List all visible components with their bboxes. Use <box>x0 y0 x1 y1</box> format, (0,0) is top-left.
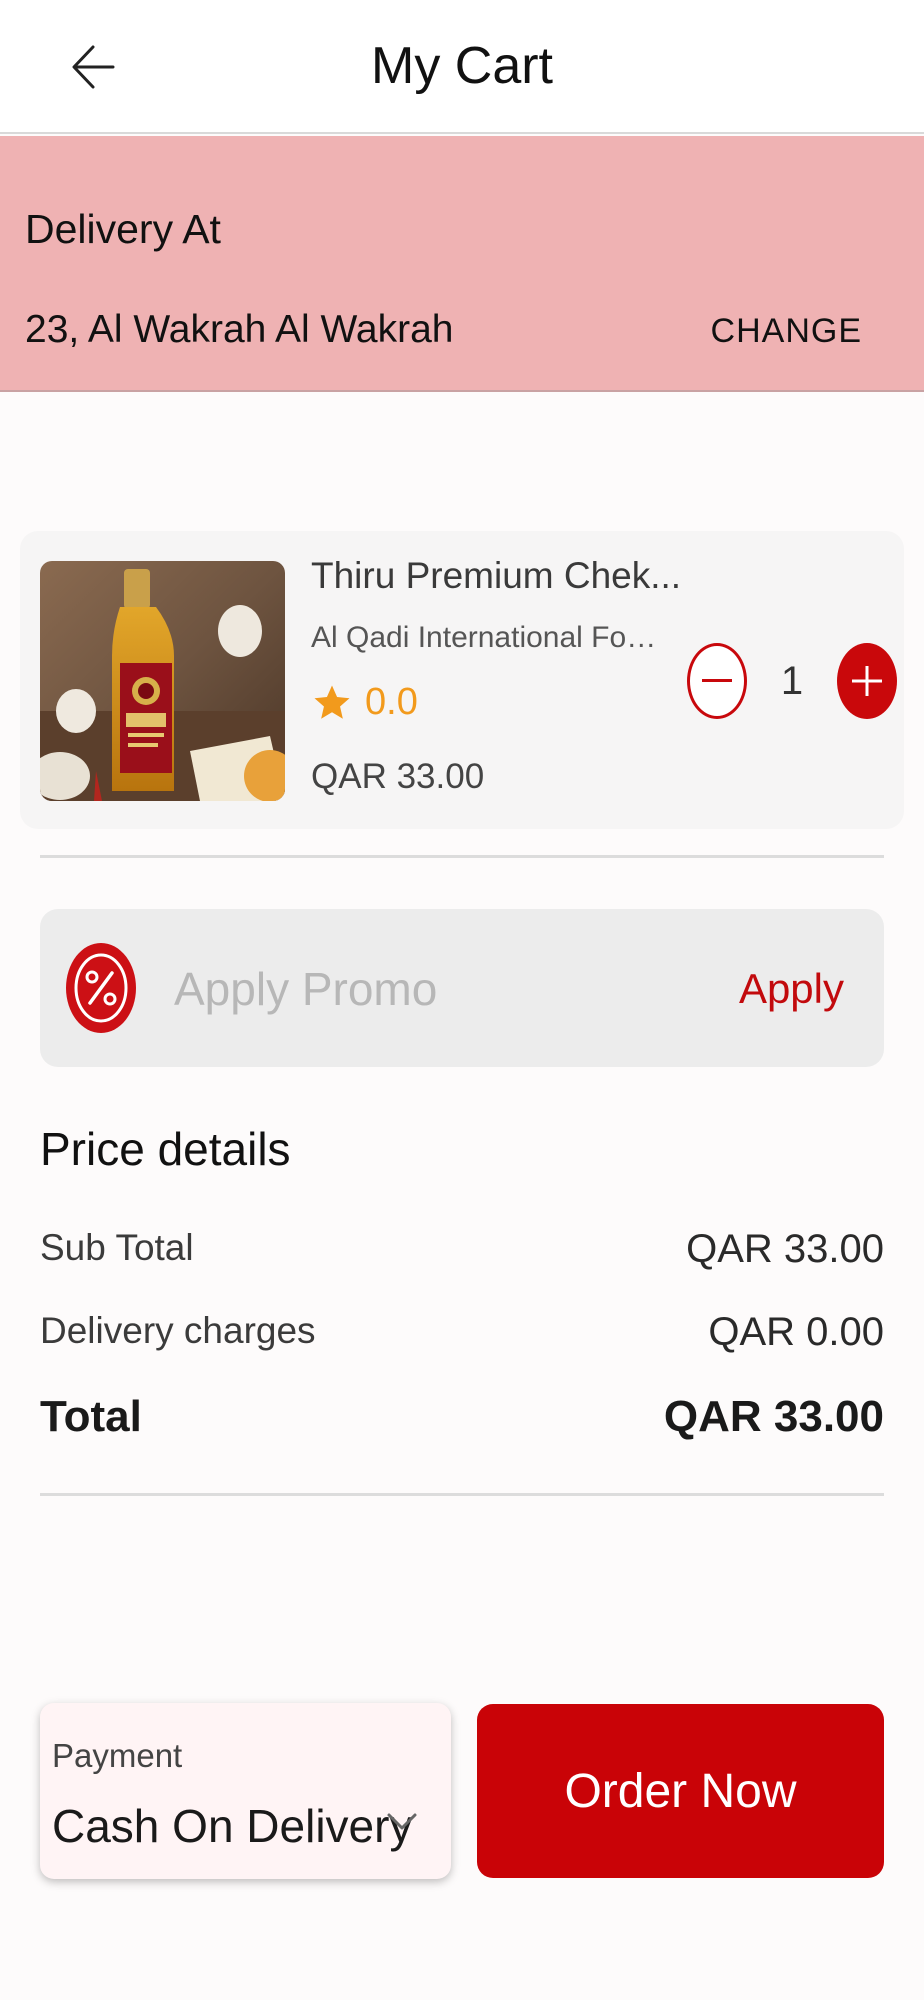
total-value: QAR 33.00 <box>663 1392 884 1441</box>
quantity-stepper: 1 <box>687 643 897 719</box>
delivery-address: 23, Al Wakrah Al Wakrah <box>25 308 454 351</box>
minus-icon <box>702 679 732 682</box>
product-vendor: Al Qadi International Foo... <box>311 621 666 654</box>
product-rating: 0.0 <box>311 681 418 724</box>
apply-promo-button[interactable]: Apply <box>739 965 844 1013</box>
price-row-delivery: Delivery charges QAR 0.00 <box>40 1310 884 1355</box>
app-header: My Cart <box>0 0 924 134</box>
star-icon <box>314 685 350 719</box>
delivery-section: Delivery At 23, Al Wakrah Al Wakrah CHAN… <box>0 136 924 392</box>
increase-quantity-button[interactable] <box>837 643 897 719</box>
price-row-value: QAR 0.00 <box>708 1310 884 1354</box>
product-photo <box>40 561 285 801</box>
promo-section: Apply <box>40 909 884 1067</box>
price-row-value: QAR 33.00 <box>686 1227 884 1271</box>
chevron-down-icon <box>387 1813 417 1830</box>
product-image[interactable] <box>40 561 285 801</box>
price-row-label: Sub Total <box>40 1227 194 1268</box>
price-row-subtotal: Sub Total QAR 33.00 <box>40 1227 884 1272</box>
decrease-quantity-button[interactable] <box>687 643 747 719</box>
quantity-value: 1 <box>780 658 804 703</box>
product-name[interactable]: Thiru Premium Chek... <box>311 555 701 597</box>
price-row-label: Delivery charges <box>40 1310 316 1351</box>
rating-value: 0.0 <box>365 681 418 723</box>
total-label: Total <box>40 1392 142 1441</box>
payment-method-select[interactable]: Payment Cash On Delivery <box>40 1703 451 1879</box>
discount-icon <box>66 943 136 1033</box>
page-title: My Cart <box>371 37 553 95</box>
change-address-button[interactable]: CHANGE <box>711 312 862 351</box>
plus-icon <box>852 666 882 696</box>
cart-item: Thiru Premium Chek... Al Qadi Internatio… <box>20 531 904 829</box>
product-price: QAR 33.00 <box>311 757 485 796</box>
delivery-heading: Delivery At <box>25 206 221 252</box>
promo-code-input[interactable] <box>174 954 654 1024</box>
divider <box>40 855 884 858</box>
payment-value: Cash On Delivery <box>52 1800 413 1852</box>
payment-label: Payment <box>52 1737 183 1774</box>
price-details-title: Price details <box>40 1123 291 1175</box>
divider <box>40 1493 884 1496</box>
order-now-button[interactable]: Order Now <box>477 1704 884 1878</box>
price-row-total: Total QAR 33.00 <box>40 1392 884 1442</box>
